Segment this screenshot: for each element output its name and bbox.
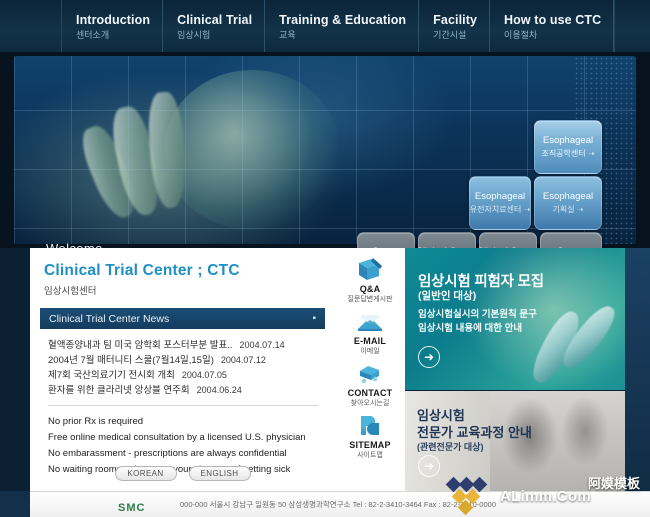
news-title: 2004년 7월 매터니티 스쿨(7월14일,15일) [48,355,214,366]
promo-line-3: (관련전문가 대상) [417,442,484,452]
hero-button-clinical-center-imaging[interactable]: Clinical Center 영상의학연구센터 ➝ [477,232,539,248]
smc-logo: SMC [118,502,146,514]
news-title: 혈액종양내과 팀 미국 암학회 포스터부분 발표.. [48,340,233,351]
news-date: 2004.07.14 [239,340,285,350]
pencil-board-icon [335,256,405,284]
promo-banner-subject-recruitment[interactable]: 임상시험 피험자 모집 (일반인 대상) 임상시험실시의 기본원칙 문구 임상시… [405,248,625,390]
watermark: ALimm.Com 阿嫫模板 [445,475,646,517]
info-bullet: Free online medical consultation by a li… [48,432,306,443]
info-bullet: No embarassment - prescriptions are alwa… [48,448,287,459]
hero-button-label-en: Center [372,246,401,248]
footer-left-margin [0,491,30,517]
nav-right-spacer [614,0,650,52]
quick-menu-label-en: SITEMAP [349,440,391,450]
quick-menu-column: Q&A 질문답변게시판 E-MAIL 이메일 CONTACT 찾아오시는길 SI… [335,248,405,491]
news-header-label: Clinical Trial Center News [49,312,170,325]
news-date: 2004.06.24 [196,385,242,395]
news-list-item[interactable]: 환자를 위한 클라리넷 앙상블 연주회 2004.06.24 [40,383,325,398]
nav-item-facility[interactable]: Facility 기간시설 [419,0,491,52]
news-list-item[interactable]: 혈액종양내과 팀 미국 암학회 포스터부분 발표.. 2004.07.14 [40,338,325,353]
quick-menu-label-kr: 찾아오시는길 [350,400,390,407]
main-content: Clinical Trial Center ; CTC 임상시험센터 Clini… [0,248,650,517]
promo-line-1: 임상시험실시의 기본원칙 문구 [418,309,537,320]
news-date: 2004.07.12 [220,355,266,365]
hero-button-center-lab[interactable]: Center 종합실험부 ➝ [357,232,415,248]
news-more-icon[interactable]: ▪ [312,313,316,324]
news-list: 혈액종양내과 팀 미국 암학회 포스터부분 발표.. 2004.07.14 20… [40,338,325,398]
quick-menu-qa[interactable]: Q&A 질문답변게시판 [335,256,405,305]
korean-button[interactable]: KOREAN [114,466,177,481]
top-navigation: Introduction 센터소개 Clinical Trial 임상시험 Tr… [0,0,650,52]
hero-button-esophageal-tissue[interactable]: Esophageal 조직공학센터 ➝ [534,120,602,174]
promo-line-2: 임상시험 내용에 대한 안내 [418,323,523,334]
nav-label-kr: 센터소개 [76,30,110,40]
quick-menu-label-kr: 질문답변게시판 [347,296,393,303]
hero-button-cancer-center[interactable]: Center 암연구센터 ➝ [540,232,602,248]
news-list-item[interactable]: 2004년 7월 매터니티 스쿨(7월14일,15일) 2004.07.12 [40,353,325,368]
left-content-panel: Clinical Trial Center ; CTC 임상시험센터 Clini… [30,248,335,491]
english-button[interactable]: ENGLISH [188,466,251,481]
hero-button-label-kr: 유전자치료센터 ➝ [469,205,531,214]
section-divider [48,405,318,406]
nav-item-training-education[interactable]: Training & Education 교육 [265,0,420,52]
nav-label-en: How to use CTC [504,13,602,27]
promo-arrow-icon[interactable]: ➜ [418,455,440,477]
page-subtitle: 임상시험센터 [44,286,97,297]
watermark-text-cn: 阿嫫模板 [587,476,640,491]
hero-button-label-en: Esophageal [474,191,526,202]
hero-button-label-en: Center [557,246,586,248]
nav-item-how-to-use-ctc[interactable]: How to use CTC 이용절차 [490,0,615,52]
quick-menu-label-kr: 사이트맵 [357,452,383,459]
nav-item-clinical-trial[interactable]: Clinical Trial 임상시험 [163,0,266,52]
nav-left-spacer [0,0,62,52]
hero-button-esophageal-gene[interactable]: Esophageal 유전자치료센터 ➝ [469,176,531,230]
envelope-icon [335,308,405,336]
promo-line-2: 전문가 교육과정 안내 [417,425,532,440]
page-root: Introduction 센터소개 Clinical Trial 임상시험 Tr… [0,0,650,517]
page-title: Clinical Trial Center ; CTC [44,262,240,279]
quick-menu-sitemap[interactable]: SITEMAP 사이트맵 [335,412,405,461]
quick-menu-label-kr: 이메일 [360,348,380,355]
nav-label-kr: 임상시험 [177,30,211,40]
nav-item-introduction[interactable]: Introduction 센터소개 [62,0,164,52]
quick-menu-contact[interactable]: CONTACT 찾아오시는길 [335,360,405,409]
nav-label-en: Facility [433,13,478,27]
hero-button-label-en: Esophageal [542,135,594,146]
welcome-line-1: Welcome [46,242,279,248]
language-selector: KOREAN ENGLISH [30,466,335,481]
hero-welcome-text: Welcome SMC Clinical Research Institute.… [46,242,279,248]
quick-menu-label-en: Q&A [359,284,381,294]
hero-button-label-en: Clinical Center [477,246,539,248]
hero-button-label-en: Esophageal [542,191,594,202]
watermark-text: ALimm.Com [500,487,592,505]
quick-menu-email[interactable]: E-MAIL 이메일 [335,308,405,357]
nav-label-en: Training & Education [279,13,407,27]
page-title-block: Clinical Trial Center ; CTC 임상시험센터 [30,248,335,305]
news-list-item[interactable]: 제7회 국산의료기기 전시회 개최 2004.07.05 [40,368,325,383]
nav-label-en: Clinical Trial [177,13,253,27]
sitemap-icon [335,412,405,440]
car-icon [335,360,405,388]
promo-arrow-icon[interactable]: ➜ [418,346,440,368]
promo-subtitle: (일반인 대상) [418,290,477,302]
news-title: 환자를 위한 클라리넷 앙상블 연주회 [48,385,190,396]
hero-button-label-en: Clinical Center [416,246,478,248]
hero-button-esophageal-planning[interactable]: Esophageal 기획실 ➝ [534,176,602,230]
info-bullet: No prior Rx is required [48,416,144,427]
nav-label-kr: 이용절차 [504,30,538,40]
news-section-header: Clinical Trial Center News ▪ [40,308,325,329]
quick-menu-label-en: E-MAIL [353,336,387,346]
right-blue-margin [625,248,650,491]
watermark-diamond-icon [445,476,494,516]
news-date: 2004.07.05 [181,370,227,380]
hero-button-label-kr: 기획실 ➝ [552,205,584,214]
hero-banner: Welcome SMC Clinical Research Institute.… [0,52,650,248]
hero-button-clinical-center-biobank[interactable]: Clinical Center 생명과학스재은행 ➝ [416,232,478,248]
news-title: 제7회 국산의료기기 전시회 개최 [48,370,175,381]
hero-button-label-kr: 조직공학센터 ➝ [541,149,595,158]
quick-menu-label-en: CONTACT [347,388,393,398]
nav-label-kr: 교육 [279,30,296,40]
nav-label-kr: 기간시설 [433,30,467,40]
nav-label-en: Introduction [76,13,151,27]
